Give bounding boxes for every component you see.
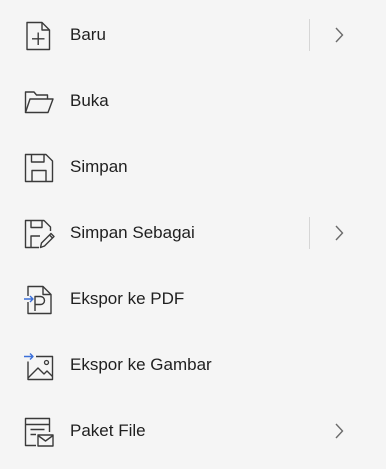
submenu-divider: [309, 19, 310, 51]
menu-item-label: Ekspor ke Gambar: [70, 355, 212, 374]
file-menu: Baru Buka Simpan Simpan Sebagai Ekspor k…: [0, 0, 386, 469]
open-folder-icon: [22, 85, 56, 119]
chevron-right-icon[interactable]: [332, 421, 346, 441]
menu-item-new[interactable]: Baru: [0, 2, 386, 68]
menu-item-label: Baru: [70, 25, 106, 44]
new-file-icon: [22, 19, 56, 53]
chevron-right-icon[interactable]: [332, 223, 346, 243]
menu-item-export-image[interactable]: Ekspor ke Gambar: [0, 332, 386, 398]
menu-item-open[interactable]: Buka: [0, 68, 386, 134]
menu-item-label: Buka: [70, 91, 109, 110]
menu-item-label: Ekspor ke PDF: [70, 289, 185, 308]
menu-item-save[interactable]: Simpan: [0, 134, 386, 200]
menu-item-package-file[interactable]: Paket File: [0, 398, 386, 464]
export-image-icon: [22, 349, 56, 383]
menu-item-label: Simpan: [70, 157, 128, 176]
export-pdf-icon: [22, 283, 56, 317]
menu-item-label: Simpan Sebagai: [70, 223, 195, 242]
menu-item-export-pdf[interactable]: Ekspor ke PDF: [0, 266, 386, 332]
chevron-right-icon[interactable]: [332, 25, 346, 45]
menu-item-label: Paket File: [70, 421, 146, 440]
package-file-icon: [22, 415, 56, 449]
save-as-icon: [22, 217, 56, 251]
submenu-divider: [309, 217, 310, 249]
menu-item-save-as[interactable]: Simpan Sebagai: [0, 200, 386, 266]
save-icon: [22, 151, 56, 185]
